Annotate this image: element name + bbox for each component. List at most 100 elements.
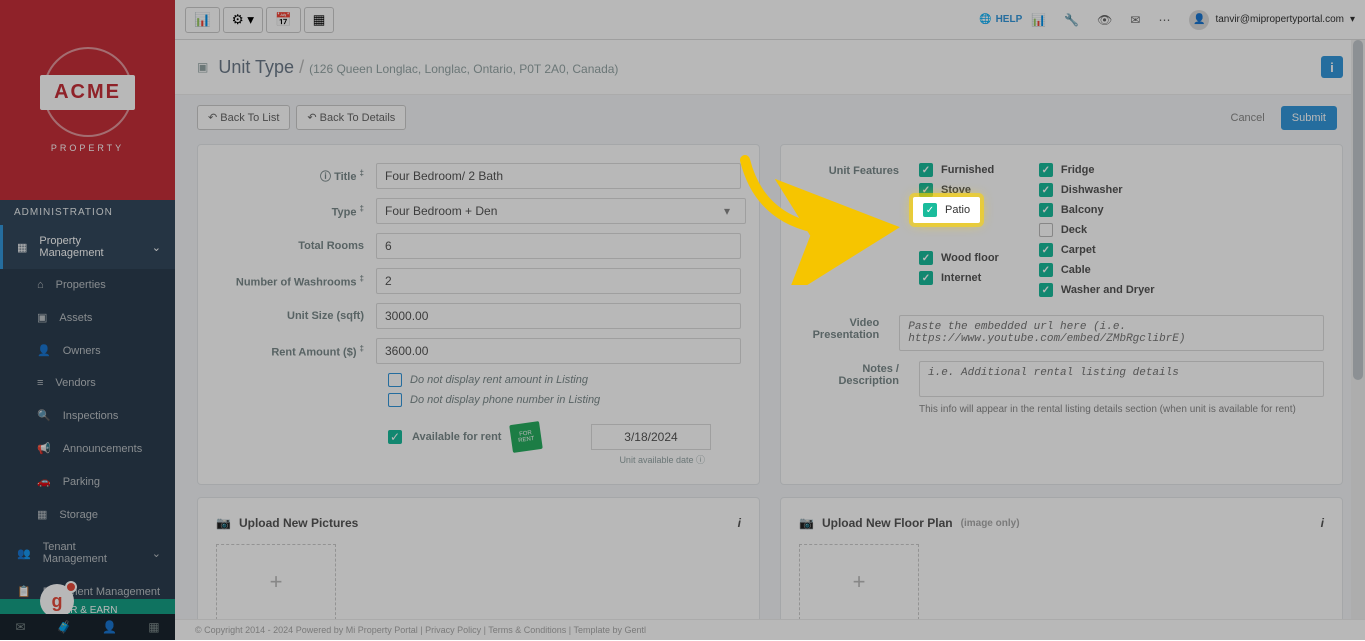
nav-label: Storage [59,509,98,521]
submit-button[interactable]: Submit [1281,106,1337,130]
nav-assets[interactable]: ▣Assets [0,301,175,334]
building-icon[interactable]: ▦ [148,620,159,634]
calculator-button[interactable]: ▦ [304,7,335,33]
mail-icon[interactable]: ✉ [1130,13,1140,27]
users-icon: 👥 [17,547,31,560]
nav-owners[interactable]: 👤 Owners [0,334,175,367]
video-label: Video Presentation [799,315,879,351]
rent-input[interactable] [376,338,741,364]
feature-furnished[interactable]: ✓Furnished [919,163,999,177]
wash-label: Number of Washrooms ‡ [216,274,376,289]
user-icon: 👤 [37,344,51,357]
upload-floorplan-dropzone[interactable]: + [799,544,919,620]
stats-icon[interactable]: 📊 [1031,13,1046,27]
nav-label: Property Management [39,235,139,259]
features-label: Unit Features [799,163,899,297]
megaphone-icon: 📢 [37,442,51,455]
calendar-button[interactable]: 📅 [266,7,301,33]
feature-stove[interactable]: ✓Stove [919,183,999,197]
hide-phone-checkbox[interactable] [388,393,402,407]
list-icon: ≡ [37,377,43,389]
sidebar-bottom-icons: ✉ 🧳 👤 ▦ [0,614,175,640]
nav-parking[interactable]: 🚗 Parking [0,465,175,498]
info-icon[interactable]: i [738,516,741,530]
car-icon: 🚗 [37,475,51,488]
type-select[interactable]: Four Bedroom + Den [376,198,746,224]
scrollbar-thumb[interactable] [1353,40,1363,380]
available-date-input[interactable]: 3/18/2024 [591,424,711,450]
nav-announcements[interactable]: 📢Announcements [0,432,175,465]
nav-tenant-management[interactable]: 👥Tenant Management⌄ [0,531,175,575]
page-header: ▣ Unit Type / (126 Queen Longlac, Longla… [175,40,1365,95]
action-row: ↶ Back To List ↶ Back To Details Cancel … [197,105,1343,130]
cancel-button[interactable]: Cancel [1221,107,1275,129]
sidebar: ACME PROPERTY ADMINISTRATION ▦Property M… [0,0,175,640]
rooms-input[interactable] [376,233,741,259]
user-icon[interactable]: 👤 [102,620,117,634]
upload-pics-title: Upload New Pictures [239,516,358,530]
more-icon[interactable]: ⋯ [1158,13,1170,27]
camera-icon: 📷 [216,516,231,530]
feature-washer-dryer[interactable]: ✓Washer and Dryer [1039,283,1155,297]
feature-internet[interactable]: ✓Internet [919,271,999,285]
feature-balcony[interactable]: ✓Balcony [1039,203,1155,217]
eye-icon[interactable]: 👁 [1097,13,1112,27]
nav-label: Properties [56,279,106,291]
upload-floor-title: Upload New Floor Plan [822,516,953,530]
content: ↶ Back To List ↶ Back To Details Cancel … [175,95,1365,640]
hide-rent-checkbox[interactable] [388,373,402,387]
logo-area: ACME PROPERTY [0,0,175,200]
home-icon: ⌂ [37,279,44,291]
notification-dot [65,581,77,593]
box-icon: ▦ [37,508,47,521]
upload-pictures-dropzone[interactable]: + [216,544,336,620]
available-checkbox[interactable]: ✓ [388,430,402,444]
feature-dishwasher[interactable]: ✓Dishwasher [1039,183,1155,197]
avatar: 👤 [1189,10,1209,30]
user-menu[interactable]: 👤 tanvir@mipropertyportal.com ▾ [1189,10,1355,30]
settings-dropdown-button[interactable]: ⚙ ▾ [223,7,263,33]
feature-wood-floor[interactable]: ✓Wood floor [919,251,999,265]
nav-label: Assets [59,312,92,324]
nav-label: Vendors [55,377,95,389]
info-button[interactable]: i [1321,56,1343,78]
nav-label: Tenant Management [43,541,140,565]
notes-input[interactable] [919,361,1324,397]
nav-inspections[interactable]: 🔍Inspections [0,399,175,432]
unit-form-panel: ⓘ Title ‡ Type ‡Four Bedroom + Den▾ Tota… [197,144,760,485]
title-input[interactable] [376,163,741,189]
briefcase-icon[interactable]: 🧳 [56,620,71,634]
dashboard-button[interactable]: 📊 [185,7,220,33]
feature-deck[interactable]: Deck [1039,223,1155,237]
upload-pictures-panel: 📷 Upload New Pictures i + [197,497,760,639]
mail-icon[interactable]: ✉ [15,620,25,634]
nav-properties[interactable]: ⌂ Properties [0,269,175,301]
help-link[interactable]: 🌐HELP [979,14,1022,25]
nav-label: Parking [63,476,100,488]
title-label: ⓘ Title ‡ [216,168,376,184]
logo-main: ACME [40,75,135,110]
main-area: 📊 ⚙ ▾ 📅 ▦ 🌐HELP 📊 🔧 👁 ✉ ⋯ 👤 tanvir@mipro… [175,0,1365,640]
chevron-down-icon: ▾ [1350,14,1355,25]
feature-microwave[interactable]: ✓Patio [919,203,999,221]
size-input[interactable] [376,303,741,329]
notes-hint: This info will appear in the rental list… [919,404,1324,415]
nav-label: Owners [63,345,101,357]
app-badge[interactable]: g [40,584,74,618]
back-to-details-button[interactable]: ↶ Back To Details [296,105,406,130]
available-date-note: Unit available date ⓘ [216,453,705,466]
user-email: tanvir@mipropertyportal.com [1215,14,1344,25]
nav-vendors[interactable]: ≡ Vendors [0,367,175,399]
wrench-icon[interactable]: 🔧 [1064,13,1079,27]
feature-carpet[interactable]: ✓Carpet [1039,243,1155,257]
feature-fridge[interactable]: ✓Fridge [1039,163,1155,177]
cube-icon: ▣ [197,60,208,74]
washrooms-input[interactable] [376,268,741,294]
back-to-list-button[interactable]: ↶ Back To List [197,105,290,130]
nav-property-management[interactable]: ▦Property Management⌄ [0,225,175,269]
search-icon: 🔍 [37,409,51,422]
nav-storage[interactable]: ▦ Storage [0,498,175,531]
video-input[interactable] [899,315,1324,351]
feature-cable[interactable]: ✓Cable [1039,263,1155,277]
info-icon[interactable]: i [1321,516,1324,530]
